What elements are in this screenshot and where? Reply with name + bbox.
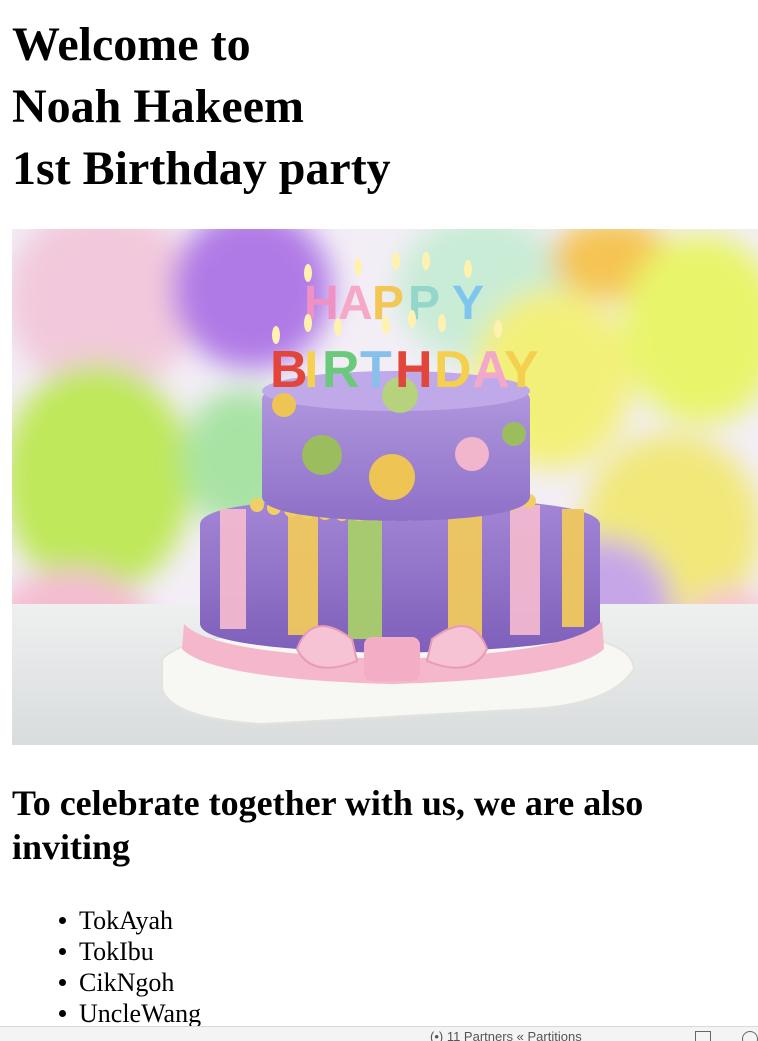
svg-text:T: T <box>360 341 392 399</box>
svg-text:I: I <box>304 341 318 399</box>
page-title: Welcome to Noah Hakeem 1st Birthday part… <box>12 0 758 200</box>
list-item: TokIbu <box>58 936 201 967</box>
svg-text:R: R <box>322 341 360 399</box>
svg-text:B: B <box>270 341 308 399</box>
browser-status-bar: (•) 11 Partners « Partitions <box>0 1026 758 1041</box>
invite-heading: To celebrate together with us, we are al… <box>12 783 644 867</box>
svg-text:A: A <box>338 277 373 330</box>
title-line-3: 1st Birthday party <box>12 142 391 195</box>
page-content: Welcome to Noah Hakeem 1st Birthday part… <box>12 0 758 200</box>
guest-list: TokAyah TokIbu CikNgoh UncleWang <box>58 905 202 1029</box>
svg-text:Y: Y <box>504 341 539 399</box>
title-line-1: Welcome to <box>12 18 251 71</box>
list-item: TokAyah <box>58 905 201 936</box>
svg-text:D: D <box>434 341 472 399</box>
list-item: UncleWang <box>58 999 202 1028</box>
birthday-cake-image: H A P P Y B I R T H D A Y <box>12 229 758 745</box>
status-bar-text: (•) 11 Partners « Partitions <box>430 1029 582 1041</box>
list-item: CikNgoh <box>58 967 201 998</box>
title-line-2: Noah Hakeem <box>12 80 304 133</box>
svg-text:Y: Y <box>452 277 484 330</box>
svg-text:H: H <box>395 341 433 399</box>
